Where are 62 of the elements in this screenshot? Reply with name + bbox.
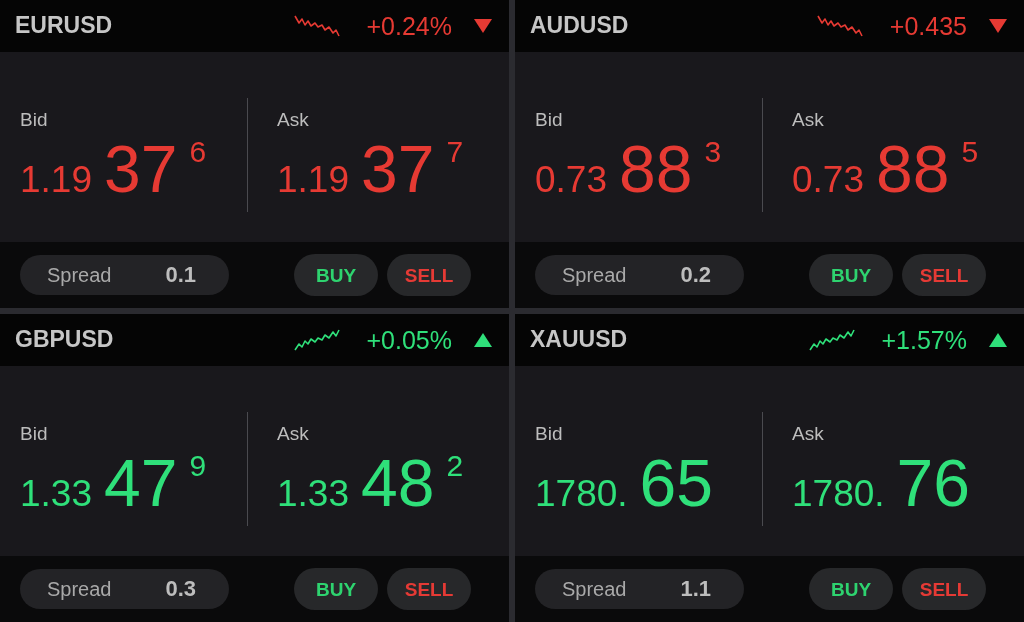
ask-pip: 7 — [446, 137, 464, 167]
sell-button[interactable]: SELL — [387, 568, 471, 610]
spread-value: 0.1 — [165, 261, 196, 289]
bid-prefix: 1.33 — [20, 475, 92, 512]
buy-button[interactable]: BUY — [809, 568, 893, 610]
sparkline-icon — [808, 329, 855, 351]
price-label: Bid — [20, 109, 48, 132]
symbol-title: XAUUSD — [530, 326, 628, 354]
spread-value: 1.1 — [680, 575, 711, 603]
price-label: Bid — [535, 109, 563, 132]
ask-prefix: 1.19 — [277, 161, 349, 198]
triangle-down-icon — [474, 19, 492, 33]
bid-pip: 9 — [189, 451, 207, 481]
price-label: Bid — [535, 423, 563, 446]
spread-label: Spread — [47, 263, 112, 287]
price-label: Ask — [277, 109, 309, 132]
buy-button[interactable]: BUY — [294, 254, 378, 296]
bid-figures: 37 — [104, 136, 178, 202]
price-label: Ask — [277, 423, 309, 446]
symbol-title: EURUSD — [15, 12, 113, 40]
bid-figures: 47 — [104, 450, 178, 516]
sparkline-icon — [293, 329, 340, 351]
bid-prefix: 1.19 — [20, 161, 92, 198]
ask-figures: 76 — [896, 450, 970, 516]
symbol-title: GBPUSD — [15, 326, 114, 354]
ask-figures: 88 — [876, 136, 950, 202]
ask-figures: 48 — [361, 450, 435, 516]
triangle-down-icon — [989, 19, 1007, 33]
bid-figures: 65 — [639, 450, 713, 516]
sparkline-icon — [293, 15, 340, 37]
ask-prefix: 1.33 — [277, 475, 349, 512]
ask-prefix: 1780. — [792, 475, 885, 512]
spread-label: Spread — [562, 577, 627, 601]
spread-label: Spread — [47, 577, 112, 601]
price-label: Bid — [20, 423, 48, 446]
symbol-title: AUDUSD — [530, 12, 629, 40]
bid-prefix: 0.73 — [535, 161, 607, 198]
change-percent: +0.24% — [366, 11, 452, 41]
ask-prefix: 0.73 — [792, 161, 864, 198]
sell-button[interactable]: SELL — [387, 254, 471, 296]
bid-pip: 3 — [704, 137, 722, 167]
price-label: Ask — [792, 423, 824, 446]
spread-value: 0.2 — [680, 261, 711, 289]
bid-pip: 6 — [189, 137, 207, 167]
bid-prefix: 1780. — [535, 475, 628, 512]
spread-label: Spread — [562, 263, 627, 287]
change-percent: +0.05% — [366, 325, 452, 355]
sell-button[interactable]: SELL — [902, 568, 986, 610]
buy-button[interactable]: BUY — [809, 254, 893, 296]
change-percent: +1.57% — [881, 325, 967, 355]
sell-button[interactable]: SELL — [902, 254, 986, 296]
spread-value: 0.3 — [165, 575, 196, 603]
price-label: Ask — [792, 109, 824, 132]
ask-pip: 5 — [961, 137, 979, 167]
ask-pip: 2 — [446, 451, 464, 481]
bid-figures: 88 — [619, 136, 693, 202]
ask-figures: 37 — [361, 136, 435, 202]
buy-button[interactable]: BUY — [294, 568, 378, 610]
triangle-up-icon — [474, 333, 492, 347]
change-percent: +0.435 — [889, 11, 967, 41]
sparkline-icon — [816, 15, 863, 37]
triangle-up-icon — [989, 333, 1007, 347]
